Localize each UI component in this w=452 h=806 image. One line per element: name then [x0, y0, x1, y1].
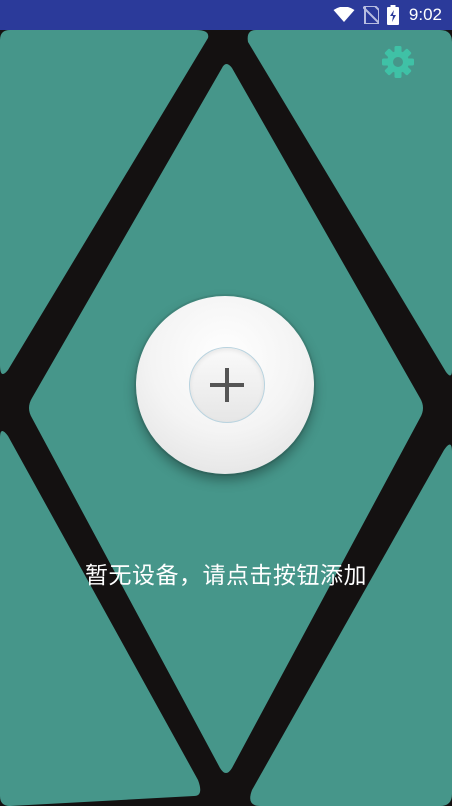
status-bar: 9:02: [0, 0, 452, 30]
battery-charging-icon: [386, 5, 399, 25]
status-icons: 9:02: [333, 0, 442, 30]
add-button-inner: [189, 347, 265, 423]
no-sim-icon: [362, 6, 379, 24]
gear-icon: [382, 46, 414, 78]
wifi-icon: [333, 7, 355, 22]
app-screen: 9:02 暂无设备，请点击按钮添加: [0, 0, 452, 806]
status-time: 9:02: [408, 5, 442, 24]
plus-icon: [210, 368, 244, 402]
add-device-button[interactable]: [136, 296, 314, 474]
empty-state-message: 暂无设备，请点击按钮添加: [85, 563, 367, 589]
settings-button[interactable]: [380, 44, 416, 80]
